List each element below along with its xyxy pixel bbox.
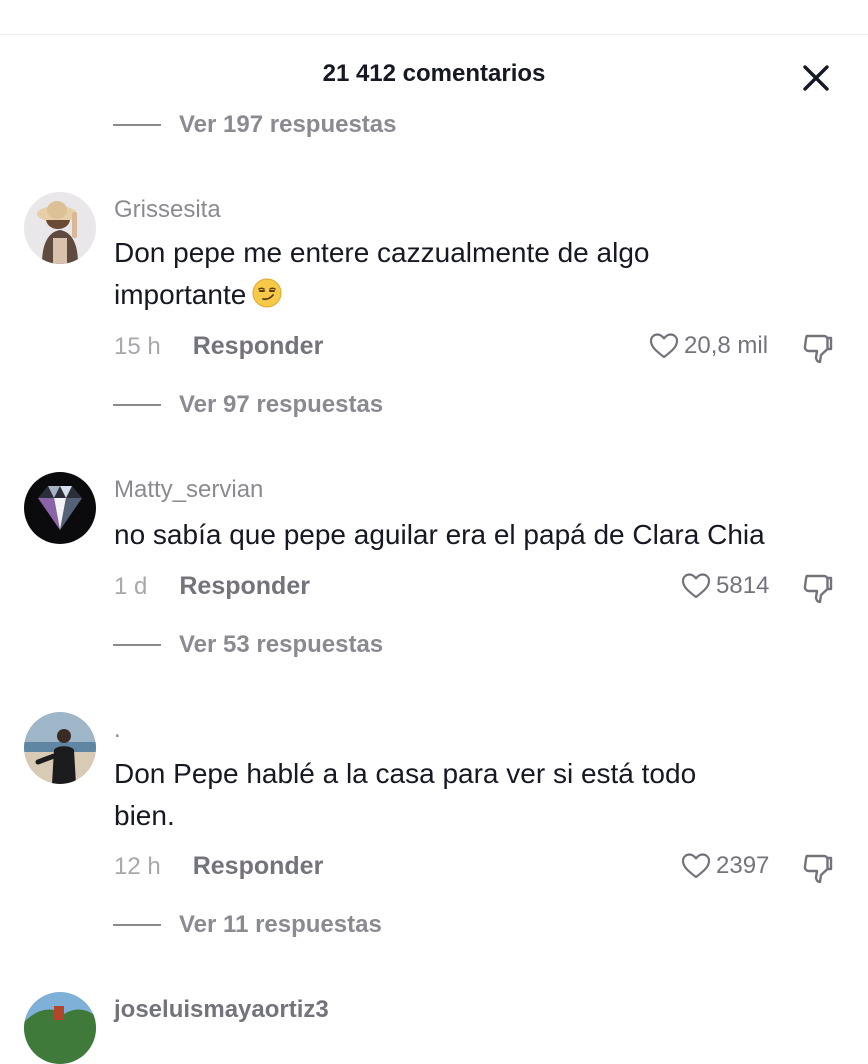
reply-button[interactable]: Responder [193, 852, 324, 881]
replies-divider-line [113, 924, 161, 926]
thumbs-down-icon [803, 854, 833, 884]
like-count: 20,8 mil [684, 332, 769, 359]
reply-button[interactable]: Responder [179, 572, 310, 601]
view-replies-label: Ver 97 respuestas [179, 391, 384, 418]
dislike-button[interactable] [800, 330, 836, 366]
view-replies-label: Ver 53 respuestas [179, 631, 384, 658]
comment-time: 15 h [114, 332, 161, 360]
comment-text-line: no sabía que pepe aguilar era el papá de… [114, 519, 765, 550]
view-replies-label: Ver 197 respuestas [179, 111, 397, 138]
like-button[interactable]: 5814 [680, 570, 769, 602]
avatar[interactable] [24, 712, 96, 784]
replies-divider-line [113, 644, 161, 646]
view-replies-button[interactable]: Ver 53 respuestas [113, 631, 383, 659]
comment-text-line-2: importante [114, 279, 247, 310]
thumbs-down-icon [803, 574, 833, 604]
avatar[interactable] [24, 992, 96, 1064]
comment-username[interactable]: . [114, 716, 121, 744]
comment-meta: 1 d Responder [114, 572, 310, 601]
dislike-button[interactable] [800, 570, 836, 606]
comment-username[interactable]: Grissesita [114, 196, 221, 224]
view-replies-label: Ver 11 respuestas [179, 911, 382, 938]
like-count: 2397 [716, 852, 770, 879]
replies-divider-line [113, 124, 161, 126]
like-button[interactable]: 20,8 mil [648, 330, 768, 362]
comment-time: 12 h [114, 852, 161, 880]
close-button[interactable] [798, 60, 834, 96]
comment-text: Don Pepe hablé a la casa para ver si est… [114, 753, 854, 837]
heart-icon [649, 333, 679, 359]
comment-text: Don pepe me entere cazzualmente de algo … [114, 232, 854, 320]
heart-icon [681, 853, 711, 879]
thumbs-down-icon [803, 334, 833, 364]
heart-icon [681, 573, 711, 599]
comment-text-line: Don Pepe hablé a la casa para ver si est… [114, 758, 697, 789]
comments-count-title: 21 412 comentarios [322, 60, 546, 87]
comment-text: no sabía que pepe aguilar era el papá de… [114, 514, 854, 556]
close-icon [803, 65, 829, 91]
like-count: 5814 [716, 572, 770, 599]
smirk-emoji-icon [252, 278, 282, 320]
like-button[interactable]: 2397 [680, 850, 769, 882]
top-divider [0, 34, 868, 35]
comment-meta: 15 h Responder [114, 332, 323, 361]
comment-text-line: importante [114, 274, 854, 320]
comment-username[interactable]: Matty_servian [114, 476, 263, 504]
comment-time: 1 d [114, 572, 148, 600]
dislike-button[interactable] [800, 850, 836, 886]
view-replies-button[interactable]: Ver 11 respuestas [113, 911, 382, 939]
reply-button[interactable]: Responder [193, 332, 324, 361]
avatar[interactable] [24, 192, 96, 264]
comment-text-line: bien. [114, 800, 175, 831]
comment-username[interactable]: joseluismayaortiz3 [114, 996, 329, 1024]
view-replies-button[interactable]: Ver 197 respuestas [113, 111, 397, 139]
view-replies-button[interactable]: Ver 97 respuestas [113, 391, 383, 419]
avatar[interactable] [24, 472, 96, 544]
comment-text-line: Don pepe me entere cazzualmente de algo [114, 237, 650, 268]
replies-divider-line [113, 404, 161, 406]
comment-meta: 12 h Responder [114, 852, 323, 881]
